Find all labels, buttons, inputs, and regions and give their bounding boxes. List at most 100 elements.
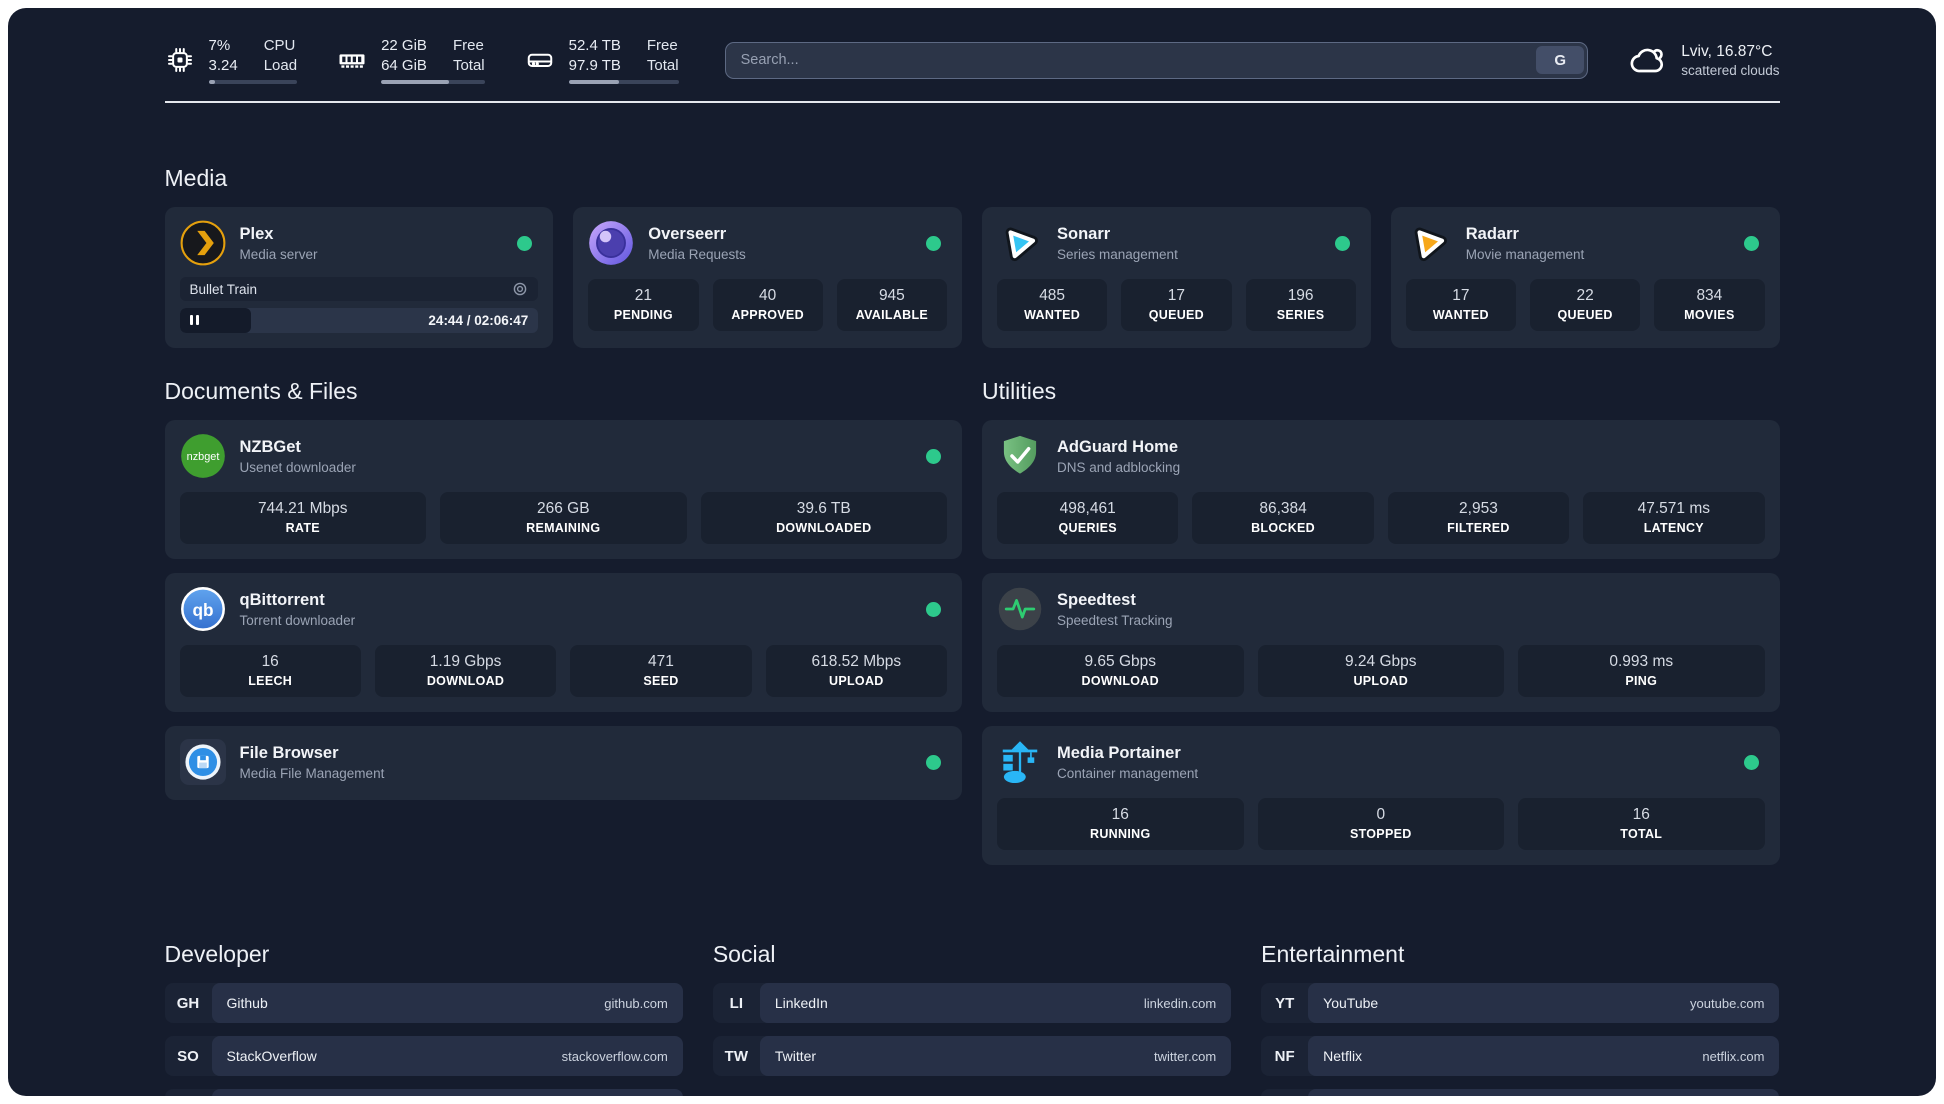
app-name: AdGuard Home — [1057, 437, 1179, 456]
stat-label: RATE — [285, 521, 320, 535]
stat-tile: 2,953 FILTERED — [1387, 492, 1570, 544]
app-card-qbittorrent[interactable]: qb qBittorrent Torrent downloader 16 LEECH 1.… — [164, 573, 962, 712]
pause-icon[interactable] — [189, 312, 202, 330]
app-name: qBittorrent — [239, 590, 325, 609]
stat-label: UPLOAD — [829, 674, 884, 688]
app-card-sonarr[interactable]: Sonarr Series management 485 WANTED 17 QUEUED… — [982, 207, 1371, 348]
section-title-social: Social — [712, 941, 776, 967]
section-title-developer: Developer — [164, 941, 270, 967]
stat-value: 2,953 — [1459, 500, 1498, 517]
stat-value: 16 — [261, 653, 279, 670]
stat-label: DOWNLOAD — [426, 674, 505, 688]
stat-value: 47.571 ms — [1637, 500, 1710, 517]
stat-value: 1.19 Gbps — [429, 653, 502, 670]
stat-tile: 9.65 Gbps DOWNLOAD — [997, 645, 1244, 697]
app-card-speedtest[interactable]: Speedtest Speedtest Tracking 9.65 Gbps DOWN… — [982, 573, 1780, 712]
app-description: Torrent downloader — [239, 612, 356, 628]
bookmark-abbr: RE — [1261, 1089, 1308, 1096]
bookmark-name: Netflix — [1323, 1048, 1363, 1064]
app-card-adguard-home[interactable]: AdGuard Home DNS and adblocking 498,461 QUE… — [982, 420, 1780, 559]
stat-label: PING — [1625, 674, 1658, 688]
session-target-icon[interactable] — [512, 281, 528, 297]
stat-tile: 16 RUNNING — [997, 798, 1244, 850]
app-card-nzbget[interactable]: nzbget NZBGet Usenet downloader 744.21 Mbps… — [164, 420, 962, 559]
svg-text:qb: qb — [192, 600, 213, 620]
now-playing-title-row: Bullet Train — [179, 277, 539, 301]
bookmark-name: YouTube — [1323, 995, 1379, 1011]
app-description: Speedtest Tracking — [1057, 612, 1173, 628]
app-card-file-browser[interactable]: File Browser Media File Management — [164, 726, 962, 800]
stat-labels: Free Total — [646, 37, 679, 74]
bookmark-twitter[interactable]: TW Twitter twitter.com — [712, 1036, 1232, 1076]
playback-progress-bar[interactable]: 24:44 / 02:06:47 — [179, 308, 539, 333]
stat-value: 0 — [1376, 806, 1386, 823]
app-card-plex[interactable]: Plex Media server Bullet Train 24:44 / 02:0… — [164, 207, 554, 348]
stat-label: UPLOAD — [1353, 674, 1409, 688]
cloud-icon — [1628, 40, 1668, 80]
app-name: Media Portainer — [1057, 743, 1181, 762]
stat-value: 39.6 TB — [796, 500, 851, 517]
search-provider-button[interactable]: G — [1536, 46, 1585, 74]
weather-location: Lviv, 16.87°C — [1681, 42, 1773, 60]
stat-tile: 1.19 Gbps DOWNLOAD — [374, 645, 557, 697]
stat-value: 0.993 ms — [1609, 653, 1674, 670]
system-stats: 7% 3.24 CPU Load 22 GiB 64 GiB Free Total 52.4 T… — [165, 36, 679, 84]
stat-tile: 618.52 Mbps UPLOAD — [765, 645, 947, 697]
stat-label: PENDING — [613, 308, 673, 322]
stat-tile: 834 MOVIES — [1654, 279, 1765, 331]
stat-label: FILTERED — [1447, 521, 1510, 535]
bookmark-linkedin[interactable]: LI LinkedIn linkedin.com — [712, 983, 1232, 1023]
status-online-dot — [926, 235, 941, 251]
stat-label: QUEUED — [1557, 308, 1613, 322]
adguard-logo-icon — [997, 433, 1043, 479]
app-description: Media server — [239, 246, 318, 262]
status-online-dot — [926, 754, 941, 770]
stat-value: 9.65 Gbps — [1084, 653, 1157, 670]
stat-value: 16 — [1632, 806, 1650, 823]
stat-tile: 17 QUEUED — [1121, 279, 1232, 331]
bookmark-reddit[interactable]: RERedditreddit.com — [1261, 1089, 1780, 1096]
stat-value: 471 — [648, 653, 674, 670]
filebrowser-logo-icon — [179, 739, 226, 785]
section-title-utilities: Utilities — [982, 378, 1057, 404]
stat-labels: CPU Load — [263, 37, 298, 74]
bookmark-stackoverflow[interactable]: SO StackOverflow stackoverflow.com — [164, 1036, 683, 1076]
status-online-dot — [1334, 235, 1350, 251]
bookmark-abbr: SO — [177, 1047, 199, 1065]
radarr-logo-icon — [1406, 220, 1452, 266]
stat-value: 834 — [1696, 287, 1723, 304]
stat-tile: 86,384 BLOCKED — [1192, 492, 1374, 544]
stat-tile: 16 TOTAL — [1518, 798, 1765, 850]
stat-label: STOPPED — [1349, 827, 1412, 841]
ram-icon — [337, 45, 367, 75]
app-name: Sonarr — [1057, 224, 1111, 243]
stat-label: TOTAL — [1620, 827, 1663, 841]
memory-stat: 22 GiB 64 GiB Free Total — [337, 36, 485, 84]
bookmark-netflix[interactable]: NF Netflix netflix.com — [1261, 1036, 1780, 1076]
stat-tile: 22 QUEUED — [1530, 279, 1641, 331]
stat-value: 498,461 — [1059, 500, 1116, 517]
section-title-entertainment: Entertainment — [1261, 941, 1405, 967]
stat-value: 945 — [878, 287, 905, 304]
bookmark-dev[interactable]: DTDEVdev.to — [164, 1089, 683, 1096]
nzbget-logo-icon: nzbget — [180, 433, 226, 479]
app-card-overseerr[interactable]: Overseerr Media Requests 21 PENDING 40 APPROV… — [573, 207, 962, 348]
stat-value: 22 — [1576, 287, 1594, 304]
bookmark-youtube[interactable]: YT YouTube youtube.com — [1261, 983, 1780, 1023]
search-input[interactable] — [725, 52, 1534, 68]
bookmark-name: StackOverflow — [226, 1048, 317, 1064]
status-online-dot — [1743, 235, 1759, 251]
bookmark-github[interactable]: GH Github github.com — [164, 983, 683, 1023]
bookmark-url: stackoverflow.com — [561, 1048, 668, 1064]
stat-values: 52.4 TB 97.9 TB — [568, 37, 621, 74]
stat-value: 16 — [1111, 806, 1129, 823]
bookmark-url: github.com — [604, 995, 668, 1011]
app-name: Overseerr — [648, 224, 727, 243]
bookmark-url: netflix.com — [1702, 1048, 1765, 1064]
app-card-radarr[interactable]: Radarr Movie management 17 WANTED 22 QUEUED 83… — [1390, 207, 1780, 348]
stat-label: APPROVED — [731, 308, 804, 322]
search-box[interactable]: G — [724, 41, 1589, 79]
app-card-media-portainer[interactable]: Media Portainer Container management 16 RUN… — [982, 726, 1780, 865]
stat-label: SEED — [643, 674, 679, 688]
bookmark-name: LinkedIn — [774, 995, 828, 1011]
